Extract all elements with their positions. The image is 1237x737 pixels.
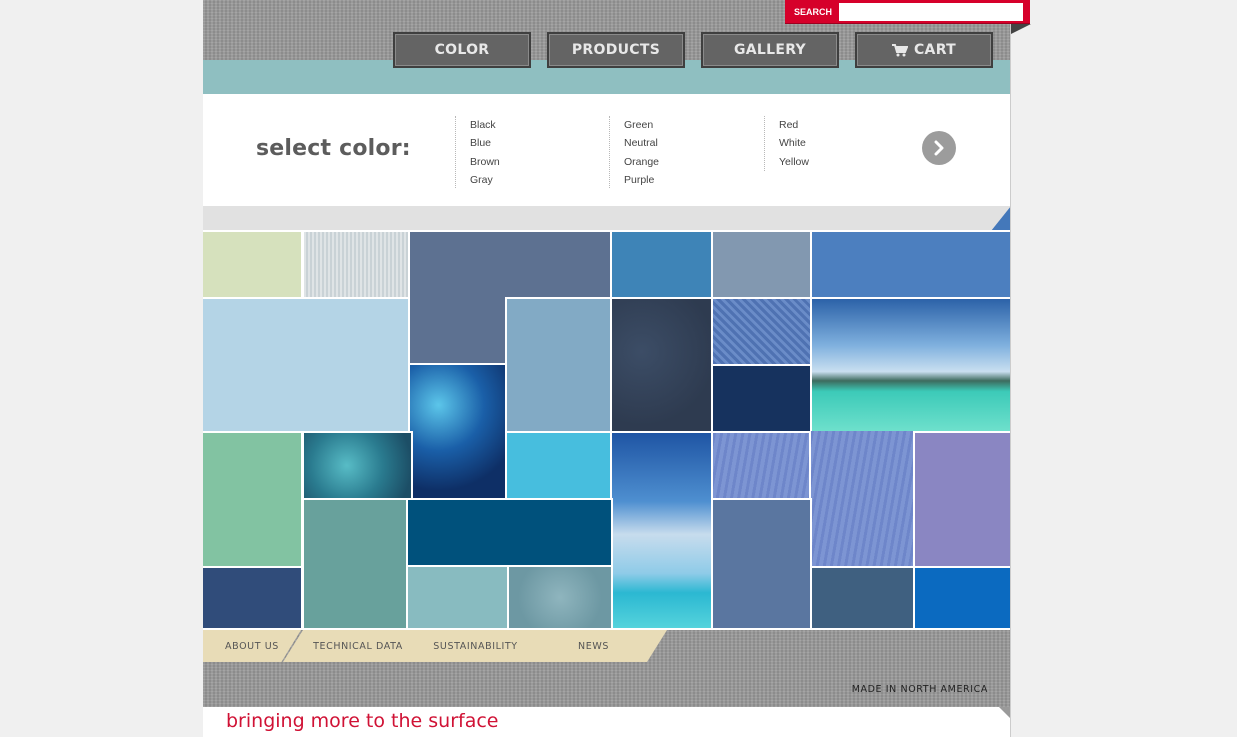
swatch-tile[interactable] — [610, 230, 713, 299]
footer-tab-news[interactable]: NEWS — [520, 630, 667, 662]
color-link-purple[interactable]: Purple — [624, 171, 659, 189]
swatch-tile[interactable] — [809, 431, 915, 568]
nav-products-button[interactable]: PRODUCTS — [547, 32, 685, 68]
swatch-tile[interactable] — [711, 498, 812, 630]
photo-tile-glass[interactable] — [302, 431, 413, 500]
swatch-tile[interactable] — [810, 230, 1011, 299]
color-link-brown[interactable]: Brown — [470, 153, 500, 171]
color-link-black[interactable]: Black — [470, 116, 500, 134]
swatch-tile[interactable] — [203, 431, 303, 568]
footer-tab-label: NEWS — [578, 640, 609, 652]
color-link-blue[interactable]: Blue — [470, 134, 500, 152]
nav-cart-button[interactable]: CART — [855, 32, 993, 68]
footer: ABOUT US TECHNICAL DATA SUSTAINABILITY N… — [203, 630, 1011, 707]
color-link-gray[interactable]: Gray — [470, 171, 500, 189]
swatch-tile[interactable] — [711, 230, 812, 299]
color-link-yellow[interactable]: Yellow — [779, 153, 809, 171]
color-column-1: Black Blue Brown Gray — [455, 116, 500, 188]
divider-bar — [203, 206, 1011, 231]
swatch-tile[interactable] — [203, 566, 303, 630]
swatch-tile[interactable] — [810, 566, 915, 630]
color-selector: select color: Black Blue Brown Gray Gree… — [203, 94, 1011, 206]
cart-icon — [891, 43, 908, 56]
swatch-tile[interactable] — [505, 431, 613, 500]
swatch-tile[interactable] — [505, 297, 613, 433]
divider-corner — [991, 206, 1011, 231]
swatch-tile[interactable] — [913, 566, 1011, 630]
color-mosaic — [203, 230, 1011, 630]
photo-tile-glass[interactable] — [408, 363, 507, 500]
photo-tile-beach[interactable] — [810, 297, 1011, 433]
search-box: SEARCH — [785, 0, 1030, 24]
nav-cart-label: CART — [913, 42, 956, 58]
swatch-tile[interactable] — [203, 297, 410, 433]
search-input[interactable] — [839, 2, 1024, 21]
color-link-white[interactable]: White — [779, 134, 809, 152]
swatch-tile[interactable] — [406, 498, 613, 567]
next-colors-button[interactable] — [922, 131, 956, 165]
footer-tab-label: SUSTAINABILITY — [433, 640, 518, 652]
swatch-tile[interactable] — [302, 230, 410, 299]
search-label: SEARCH — [794, 6, 833, 17]
chevron-right-icon — [934, 140, 944, 156]
swatch-tile[interactable] — [610, 297, 713, 433]
footer-tab-label: TECHNICAL DATA — [313, 640, 403, 652]
nav-gallery-label: GALLERY — [734, 42, 806, 58]
nav-products-label: PRODUCTS — [571, 42, 661, 58]
page: COLOR PRODUCTS GALLERY CART select color… — [203, 0, 1011, 737]
swatch-tile[interactable] — [711, 297, 812, 366]
swatch-tile[interactable] — [203, 230, 303, 299]
swatch-tile[interactable] — [507, 565, 613, 630]
color-column-2: Green Neutral Orange Purple — [609, 116, 659, 188]
color-link-orange[interactable]: Orange — [624, 153, 659, 171]
photo-tile-sky[interactable] — [610, 431, 713, 630]
color-column-3: Red White Yellow — [764, 116, 809, 171]
swatch-tile[interactable] — [406, 565, 509, 630]
nav-gallery-button[interactable]: GALLERY — [701, 32, 839, 68]
swatch-tile[interactable] — [408, 230, 612, 299]
nav-color-label: COLOR — [434, 42, 490, 58]
swatch-tile[interactable] — [302, 498, 408, 630]
swatch-tile[interactable] — [408, 297, 507, 365]
bottom-corner — [999, 707, 1011, 719]
select-color-title: select color: — [256, 136, 411, 161]
swatch-tile[interactable] — [711, 364, 812, 433]
footer-tab-label: ABOUT US — [225, 640, 279, 652]
made-in-label: MADE IN NORTH AMERICA — [851, 684, 988, 695]
tagline: bringing more to the surface — [226, 710, 499, 732]
color-link-green[interactable]: Green — [624, 116, 659, 134]
swatch-tile[interactable] — [913, 431, 1011, 568]
search-tail — [1011, 24, 1031, 34]
nav-color-button[interactable]: COLOR — [393, 32, 531, 68]
color-link-neutral[interactable]: Neutral — [624, 134, 659, 152]
color-link-red[interactable]: Red — [779, 116, 809, 134]
